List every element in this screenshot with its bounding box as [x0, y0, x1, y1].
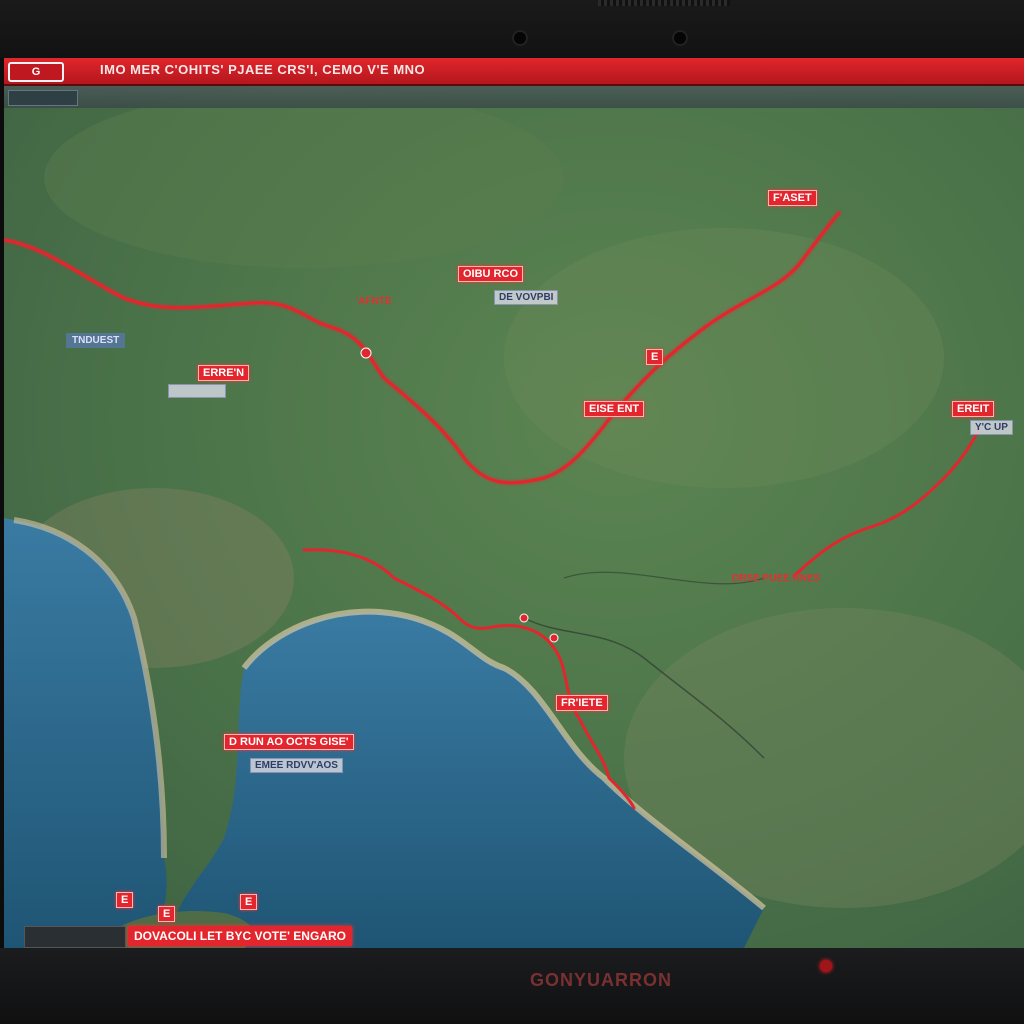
map-label[interactable]: EISE ENT [584, 401, 645, 417]
status-bar: DOVACOLI LET BYC VOTE' ENGARO [24, 926, 494, 948]
map-sublabel [168, 384, 226, 398]
place-label: 'AFNTE [356, 296, 392, 307]
map-label[interactable]: E [646, 349, 664, 365]
monitor-top-bezel [0, 0, 1024, 58]
app-logo[interactable]: G [8, 62, 64, 82]
map-label[interactable]: E [116, 892, 134, 908]
map-label[interactable]: OIBU RCO [458, 266, 523, 282]
map-canvas[interactable] [4, 58, 1024, 948]
toolbar [4, 86, 1024, 108]
river-label: DRSE PUEE RNES [732, 573, 821, 584]
camera-icon [514, 32, 526, 44]
map-label[interactable]: EREIT [952, 401, 995, 417]
power-led-icon[interactable] [820, 960, 832, 972]
map-label[interactable]: FR'IETE [556, 695, 608, 711]
waypoint-marker[interactable] [519, 613, 529, 623]
map-label[interactable]: F'ASET [768, 190, 817, 206]
sensor-icon [674, 32, 686, 44]
map-label[interactable]: ERRE'N [198, 365, 250, 381]
map-screen[interactable]: G IMO MER C'OHITS' PJAEE CRS'I, CEMO V'E… [4, 58, 1024, 948]
toolbar-button[interactable] [8, 90, 78, 106]
title-bar: G IMO MER C'OHITS' PJAEE CRS'I, CEMO V'E… [4, 58, 1024, 86]
monitor-bottom-bezel [0, 948, 1024, 1024]
window-title: IMO MER C'OHITS' PJAEE CRS'I, CEMO V'E M… [100, 62, 426, 77]
terrain-patch [504, 228, 944, 488]
map-sublabel: Y'C UP [970, 420, 1013, 435]
waypoint-marker[interactable] [360, 347, 372, 359]
status-caption [24, 926, 126, 948]
map-sublabel: EMEE RDVV'AOS [250, 758, 343, 773]
terrain-patch [44, 88, 564, 268]
map-label[interactable]: D RUN AO OCTS GISE' [224, 734, 354, 750]
map-label[interactable]: E [240, 894, 258, 910]
waypoint-marker[interactable] [549, 633, 559, 643]
monitor-brand: GONYUARRON [530, 970, 673, 990]
map-sublabel: DE VOVPBI [494, 290, 559, 305]
region-label: TNDUEST [66, 333, 126, 348]
map-label[interactable]: E [158, 906, 176, 922]
status-text: DOVACOLI LET BYC VOTE' ENGARO [128, 926, 352, 946]
speaker-grille [598, 0, 730, 6]
